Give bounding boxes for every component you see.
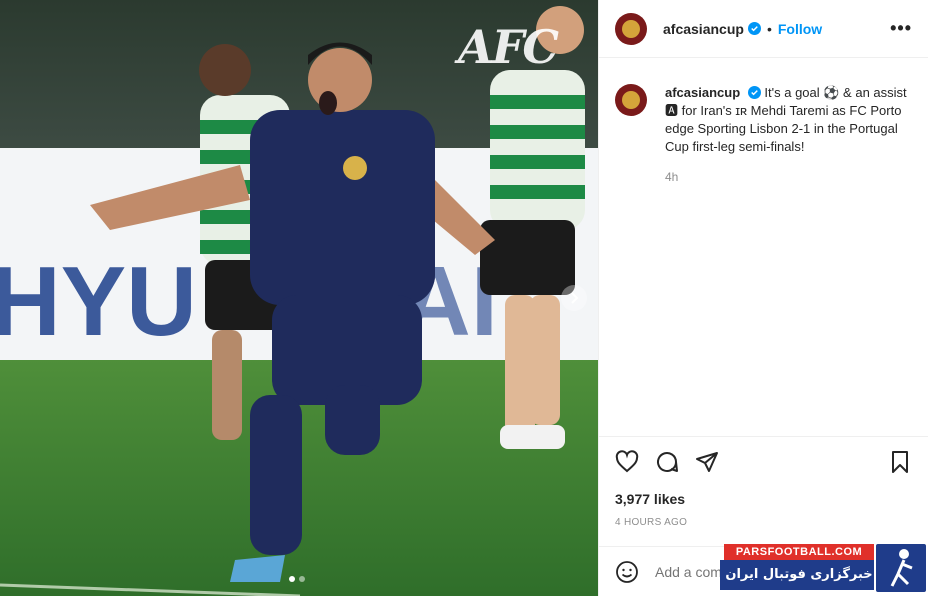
- watermark-player-icon: [874, 542, 928, 594]
- post-header: afcasiancup • Follow •••: [599, 0, 928, 58]
- separator-dot: •: [766, 20, 772, 37]
- caption-body: afcasiancup It's a goal ⚽ & an assist 🅰 …: [665, 84, 919, 156]
- asian-cup-logo-icon: [622, 91, 640, 109]
- verified-badge-icon: [747, 86, 761, 99]
- caption-time[interactable]: 4h: [665, 170, 678, 184]
- carousel-indicator: [289, 576, 305, 582]
- avatar[interactable]: [615, 12, 647, 45]
- comment-icon[interactable]: [655, 450, 679, 474]
- next-photo-button[interactable]: [561, 285, 587, 311]
- watermark-title: خبرگزاری فوتبال ایران: [720, 560, 878, 590]
- bookmark-icon[interactable]: [888, 450, 912, 474]
- asian-cup-logo-icon: [622, 19, 640, 38]
- parsfootball-watermark: PARSFOOTBALL.COM خبرگزاری فوتبال ایران: [720, 542, 928, 596]
- verified-badge-icon: [747, 22, 761, 35]
- post-side-panel: afcasiancup • Follow ••• afcasiancup It'…: [598, 0, 928, 596]
- likes-count[interactable]: 3,977 likes: [615, 491, 685, 507]
- caption-avatar[interactable]: [615, 84, 647, 116]
- post-photo[interactable]: HYU AI AFC: [0, 0, 598, 596]
- svg-text:HYU: HYU: [0, 246, 197, 356]
- carousel-dot: [299, 576, 305, 582]
- heart-icon[interactable]: [615, 449, 639, 474]
- share-icon[interactable]: [695, 450, 719, 474]
- carousel-dot-active: [289, 576, 295, 582]
- chevron-right-icon: [571, 292, 579, 304]
- post-timestamp[interactable]: 4 HOURS AGO: [615, 517, 687, 528]
- afc-logo: AFC: [458, 20, 559, 74]
- action-bar: [599, 436, 928, 486]
- more-options-icon[interactable]: •••: [890, 18, 912, 39]
- watermark-site: PARSFOOTBALL.COM: [724, 544, 874, 560]
- photo-scene: HYU AI: [0, 0, 598, 596]
- caption-username[interactable]: afcasiancup: [665, 85, 740, 100]
- emoji-icon[interactable]: [615, 560, 639, 584]
- follow-button[interactable]: Follow: [778, 21, 822, 37]
- caption: afcasiancup It's a goal ⚽ & an assist 🅰 …: [615, 84, 920, 156]
- header-username[interactable]: afcasiancup: [663, 21, 744, 37]
